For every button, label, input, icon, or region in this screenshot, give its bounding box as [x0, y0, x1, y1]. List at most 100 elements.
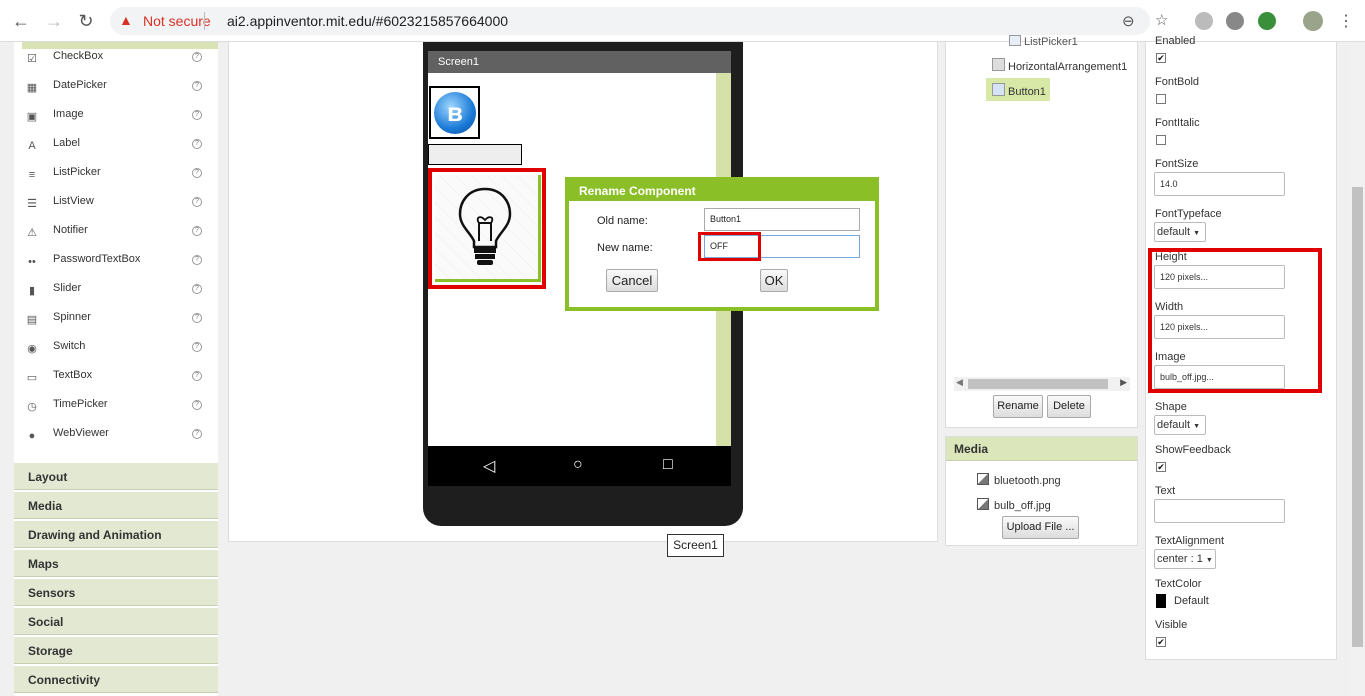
- ok-button[interactable]: OK: [760, 269, 788, 292]
- category-label: Maps: [28, 557, 59, 571]
- warning-icon: ▲: [119, 12, 133, 28]
- palette-item-spinner[interactable]: ▤ Spinner?: [14, 307, 218, 336]
- visible-checkbox[interactable]: ✔: [1156, 637, 1166, 647]
- media-file[interactable]: bluetooth.png: [977, 473, 1061, 487]
- category-social[interactable]: Social: [14, 607, 218, 635]
- category-drawing-and-animation[interactable]: Drawing and Animation: [14, 520, 218, 548]
- star-icon[interactable]: ☆: [1155, 11, 1168, 29]
- scroll-right-icon[interactable]: ▶: [1120, 377, 1127, 388]
- palette-item-datepicker[interactable]: ▦ DatePicker?: [14, 75, 218, 104]
- help-icon[interactable]: ?: [192, 52, 202, 62]
- category-label: Sensors: [28, 586, 76, 600]
- palette-item-listview[interactable]: ☰ ListView?: [14, 191, 218, 220]
- palette-item-checkbox[interactable]: ☑ CheckBox?: [14, 46, 218, 75]
- listview-icon: ☰: [27, 198, 37, 210]
- textalignment-select[interactable]: center : 1 ▼: [1154, 549, 1216, 569]
- palette-item-image[interactable]: ▣ Image?: [14, 104, 218, 133]
- palette-item-textbox[interactable]: ▭ TextBox?: [14, 365, 218, 394]
- help-icon[interactable]: ?: [192, 284, 202, 294]
- shape-label: Shape: [1155, 401, 1187, 413]
- help-icon[interactable]: ?: [192, 197, 202, 207]
- palette-item-webviewer[interactable]: ● WebViewer?: [14, 423, 218, 452]
- bluetooth-image-component[interactable]: ʙ: [429, 86, 480, 139]
- category-storage[interactable]: Storage: [14, 636, 218, 664]
- scroll-left-icon[interactable]: ◀: [956, 377, 963, 388]
- text-input[interactable]: [1154, 499, 1285, 523]
- clock-icon: ◷: [27, 401, 37, 413]
- menu-icon[interactable]: ⋮: [1338, 11, 1354, 31]
- shape-select[interactable]: default ▼: [1154, 415, 1206, 435]
- visible-label: Visible: [1155, 619, 1188, 631]
- help-icon[interactable]: ?: [192, 313, 202, 323]
- extension-icon[interactable]: [1195, 12, 1213, 30]
- showfeedback-checkbox[interactable]: ✔: [1156, 462, 1166, 472]
- category-layout[interactable]: Layout: [14, 462, 218, 490]
- button-icon: [992, 83, 1005, 96]
- chevron-down-icon: ▼: [1205, 557, 1213, 564]
- category-connectivity[interactable]: Connectivity: [14, 665, 218, 693]
- palette-item-label[interactable]: A Label?: [14, 133, 218, 162]
- media-file[interactable]: bulb_off.jpg: [977, 498, 1051, 512]
- help-icon[interactable]: ?: [192, 255, 202, 265]
- tree-node[interactable]: ListPicker1: [1009, 35, 1078, 48]
- help-icon[interactable]: ?: [192, 139, 202, 149]
- category-maps[interactable]: Maps: [14, 549, 218, 577]
- enabled-checkbox[interactable]: ✔: [1156, 53, 1166, 63]
- delete-button[interactable]: Delete: [1047, 395, 1091, 418]
- security-status: Not secure: [143, 13, 211, 29]
- fontitalic-checkbox[interactable]: [1156, 135, 1166, 145]
- palette-item-listpicker[interactable]: ≡ ListPicker?: [14, 162, 218, 191]
- reload-icon[interactable]: ↻: [76, 11, 96, 31]
- scroll-thumb[interactable]: [1352, 187, 1363, 647]
- textcolor-value[interactable]: Default: [1174, 595, 1209, 607]
- button1-component[interactable]: [428, 168, 546, 289]
- tree-node[interactable]: HorizontalArrangement1: [992, 58, 1127, 73]
- rename-button[interactable]: Rename: [993, 395, 1043, 418]
- old-name-field[interactable]: Button1: [704, 208, 860, 231]
- spinner-icon: ▤: [26, 314, 38, 326]
- category-label: Layout: [28, 470, 68, 484]
- tree-horizontal-scrollbar[interactable]: ◀ ▶: [954, 377, 1130, 391]
- help-icon[interactable]: ?: [192, 81, 202, 91]
- help-icon[interactable]: ?: [192, 429, 202, 439]
- slider-icon: ▮: [28, 285, 36, 297]
- help-icon[interactable]: ?: [192, 342, 202, 352]
- palette-item-notifier[interactable]: ⚠ Notifier?: [14, 220, 218, 249]
- textcolor-swatch[interactable]: [1156, 594, 1166, 608]
- fontsize-input[interactable]: 14.0: [1154, 172, 1285, 196]
- help-icon[interactable]: ?: [192, 400, 202, 410]
- fontbold-checkbox[interactable]: [1156, 94, 1166, 104]
- extension-icon[interactable]: [1258, 12, 1276, 30]
- palette-item-switch[interactable]: ◉ Switch?: [14, 336, 218, 365]
- zoom-icon[interactable]: ⊖: [1122, 12, 1135, 30]
- screen-label: Screen1: [667, 534, 724, 557]
- category-sensors[interactable]: Sensors: [14, 578, 218, 606]
- label-icon: A: [28, 140, 36, 152]
- help-icon[interactable]: ?: [192, 168, 202, 178]
- fonttypeface-select[interactable]: default ▼: [1154, 222, 1206, 242]
- avatar[interactable]: [1303, 11, 1323, 31]
- palette-item-slider[interactable]: ▮ Slider?: [14, 278, 218, 307]
- palette-item-timepicker[interactable]: ◷ TimePicker?: [14, 394, 218, 423]
- address-bar[interactable]: ▲ Not secure ai2.appinventor.mit.edu/#60…: [110, 7, 1150, 35]
- palette-item-label: Notifier: [53, 224, 88, 236]
- forward-icon[interactable]: →: [44, 11, 64, 31]
- palette-item-passwordtextbox[interactable]: •• PasswordTextBox?: [14, 249, 218, 278]
- help-icon[interactable]: ?: [192, 226, 202, 236]
- help-icon[interactable]: ?: [192, 371, 202, 381]
- scroll-thumb[interactable]: [968, 379, 1108, 389]
- address-divider: [204, 12, 205, 30]
- cancel-button[interactable]: Cancel: [606, 269, 658, 292]
- upload-file-button[interactable]: Upload File ...: [1002, 516, 1079, 539]
- page-scrollbar[interactable]: [1350, 42, 1365, 696]
- tree-node[interactable]: Button1: [992, 83, 1046, 98]
- extension-icon[interactable]: [1226, 12, 1244, 30]
- arrangement-icon: [992, 58, 1005, 71]
- tree-node-label: ListPicker1: [1024, 36, 1078, 48]
- back-icon[interactable]: ←: [11, 11, 31, 31]
- category-label: Connectivity: [28, 673, 101, 687]
- category-media[interactable]: Media: [14, 491, 218, 519]
- help-icon[interactable]: ?: [192, 110, 202, 120]
- textbox-component[interactable]: [428, 144, 522, 165]
- url-text[interactable]: ai2.appinventor.mit.edu/#602321585766400…: [227, 13, 508, 29]
